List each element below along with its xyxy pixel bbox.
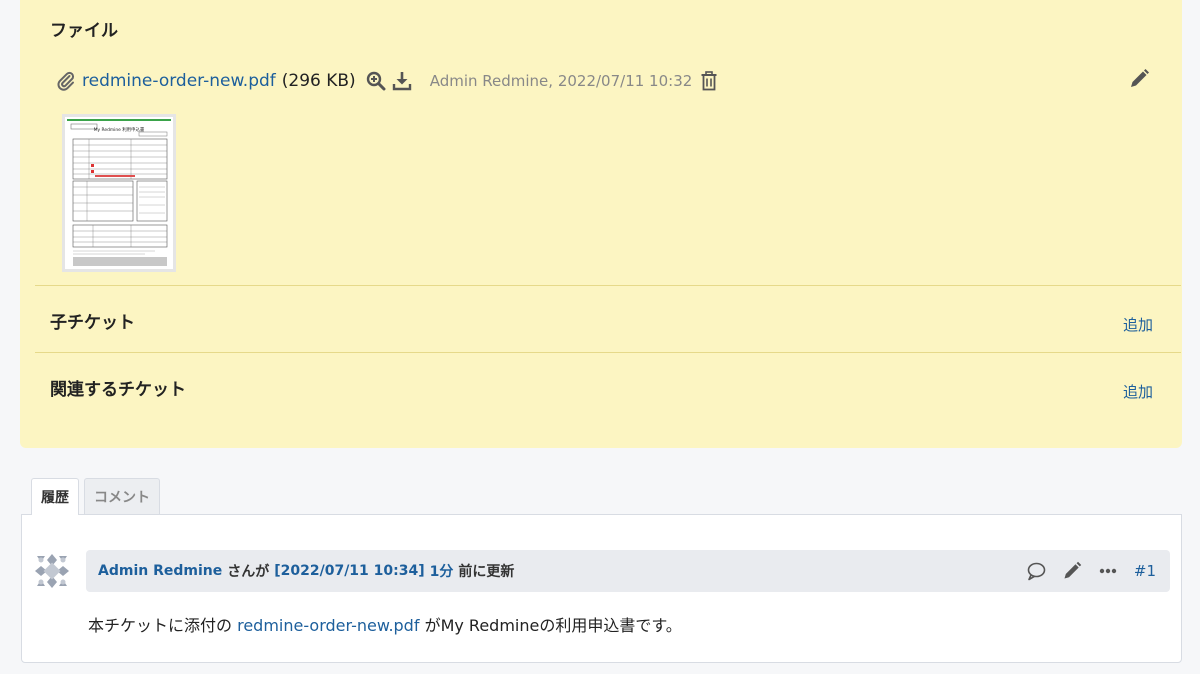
attachment-filename-link[interactable]: redmine-order-new.pdf — [82, 71, 276, 91]
section-divider — [35, 352, 1181, 353]
journal-header: Admin Redmine さんが [2022/07/11 10:34] 1分 … — [86, 550, 1170, 592]
journal-note: 本チケットに添付の redmine-order-new.pdf がMy Redm… — [88, 612, 682, 636]
more-options-icon[interactable] — [1098, 561, 1118, 581]
journal-note-file-link[interactable]: redmine-order-new.pdf — [237, 616, 419, 635]
comment-bubble-icon[interactable] — [1026, 561, 1046, 581]
tab-comments[interactable]: コメント — [84, 478, 160, 514]
history-panel: Admin Redmine さんが [2022/07/11 10:34] 1分 … — [21, 514, 1182, 663]
files-section-title: ファイル — [50, 21, 118, 41]
tab-history[interactable]: 履歴 — [31, 478, 79, 515]
subtasks-section-title: 子チケット — [50, 313, 135, 333]
section-divider — [35, 285, 1181, 286]
journal-by-text: さんが — [227, 564, 270, 580]
journal-note-prefix: 本チケットに添付の — [88, 616, 233, 635]
trash-icon[interactable] — [700, 71, 718, 91]
attachment-author-time: Admin Redmine, 2022/07/11 10:32 — [429, 72, 693, 90]
history-tabs: 履歴 コメント — [31, 478, 165, 515]
add-subtask-link[interactable]: 追加 — [1123, 314, 1153, 335]
pencil-icon[interactable] — [1128, 68, 1150, 90]
journal-author-link[interactable]: Admin Redmine — [98, 563, 222, 579]
avatar — [35, 554, 69, 588]
pdf-preview-image: My Redmine 利用申込書 — [65, 117, 173, 269]
journal-number-link[interactable]: #1 — [1134, 562, 1156, 580]
pencil-icon[interactable] — [1062, 561, 1082, 581]
paperclip-icon — [57, 71, 75, 91]
issue-details-panel: ファイル redmine-order-new.pdf (296 KB) Admi… — [20, 0, 1182, 448]
journal-note-suffix: がMy Redmineの利用申込書です。 — [424, 616, 682, 635]
attachment-size: (296 KB) — [281, 71, 356, 91]
journal-actions: #1 — [1010, 550, 1156, 592]
journal-ago-link[interactable]: 1分 — [430, 561, 454, 581]
related-issues-section-title: 関連するチケット — [50, 380, 186, 400]
magnifier-plus-icon[interactable] — [366, 71, 386, 91]
attachment-row: redmine-order-new.pdf (296 KB) Admin Red… — [57, 68, 718, 94]
download-icon[interactable] — [392, 71, 412, 91]
journal-updated-text: 前に更新 — [458, 564, 515, 580]
thumbnail-doc-title: My Redmine 利用申込書 — [94, 126, 145, 133]
attachment-thumbnail[interactable]: My Redmine 利用申込書 — [62, 114, 176, 272]
add-related-issue-link[interactable]: 追加 — [1123, 381, 1153, 402]
journal-timestamp-link[interactable]: [2022/07/11 10:34] — [274, 563, 424, 579]
